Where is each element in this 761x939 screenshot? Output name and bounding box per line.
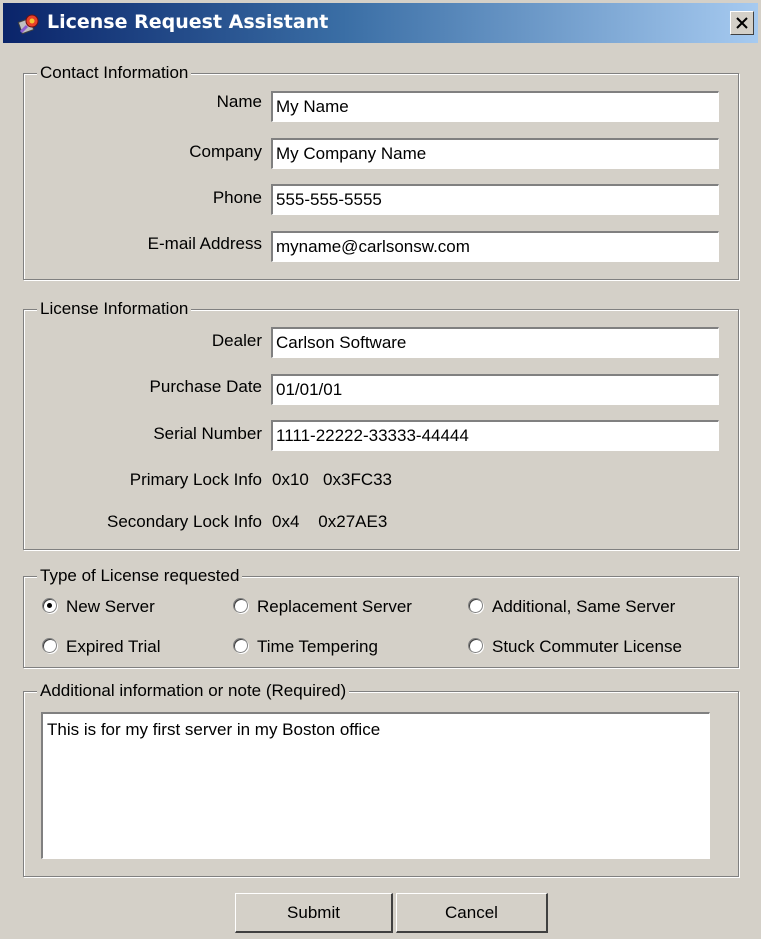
name-field[interactable] (271, 91, 719, 122)
radio-label: Time Tempering (257, 637, 378, 656)
contact-legend: Contact Information (37, 63, 192, 83)
radio-label: Expired Trial (66, 637, 161, 656)
license-type-legend: Type of License requested (37, 566, 243, 586)
radio-new-server[interactable]: New Server (42, 597, 155, 617)
close-icon (736, 17, 748, 29)
secondary-lock-label: Secondary Lock Info (107, 512, 262, 531)
email-label: E-mail Address (147, 234, 262, 253)
dealer-label: Dealer (211, 331, 262, 350)
phone-field[interactable] (271, 184, 719, 215)
dealer-field[interactable] (271, 327, 719, 358)
radio-label: Replacement Server (257, 597, 412, 616)
close-button[interactable] (730, 11, 754, 35)
purchase-date-field[interactable] (271, 374, 719, 405)
radio-label: New Server (66, 597, 155, 616)
phone-label: Phone (212, 188, 262, 207)
radio-button[interactable] (468, 638, 483, 653)
primary-lock-value: 0x10 0x3FC33 (272, 470, 393, 489)
cancel-button[interactable]: Cancel (396, 893, 548, 933)
radio-expired-trial[interactable]: Expired Trial (42, 637, 160, 657)
license-legend: License Information (37, 299, 192, 319)
radio-button[interactable] (233, 638, 248, 653)
radio-label: Stuck Commuter License (492, 637, 682, 656)
radio-button-selected[interactable] (42, 598, 57, 613)
window-title: License Request Assistant (47, 11, 329, 33)
secondary-lock-value: 0x4 0x27AE3 (272, 512, 388, 531)
email-field[interactable] (271, 231, 719, 262)
serial-number-label: Serial Number (153, 424, 262, 443)
name-label: Name (216, 92, 262, 111)
notes-textarea[interactable]: This is for my first server in my Boston… (41, 712, 710, 859)
radio-additional-same-server[interactable]: Additional, Same Server (468, 597, 675, 617)
radio-button[interactable] (42, 638, 57, 653)
radio-replacement-server[interactable]: Replacement Server (233, 597, 412, 617)
primary-lock-label: Primary Lock Info (129, 470, 262, 489)
radio-button[interactable] (468, 598, 483, 613)
license-app-icon (17, 12, 41, 36)
company-label: Company (189, 142, 262, 161)
purchase-date-label: Purchase Date (149, 377, 262, 396)
serial-number-field[interactable] (271, 420, 719, 451)
title-bar[interactable]: License Request Assistant (3, 3, 758, 43)
radio-button[interactable] (233, 598, 248, 613)
radio-label: Additional, Same Server (492, 597, 676, 616)
notes-legend: Additional information or note (Required… (37, 681, 350, 701)
submit-button[interactable]: Submit (235, 893, 393, 933)
company-field[interactable] (271, 138, 719, 169)
license-request-window: License Request Assistant Contact Inform… (0, 0, 761, 939)
radio-time-tempering[interactable]: Time Tempering (233, 637, 378, 657)
radio-stuck-commuter-license[interactable]: Stuck Commuter License (468, 637, 682, 657)
